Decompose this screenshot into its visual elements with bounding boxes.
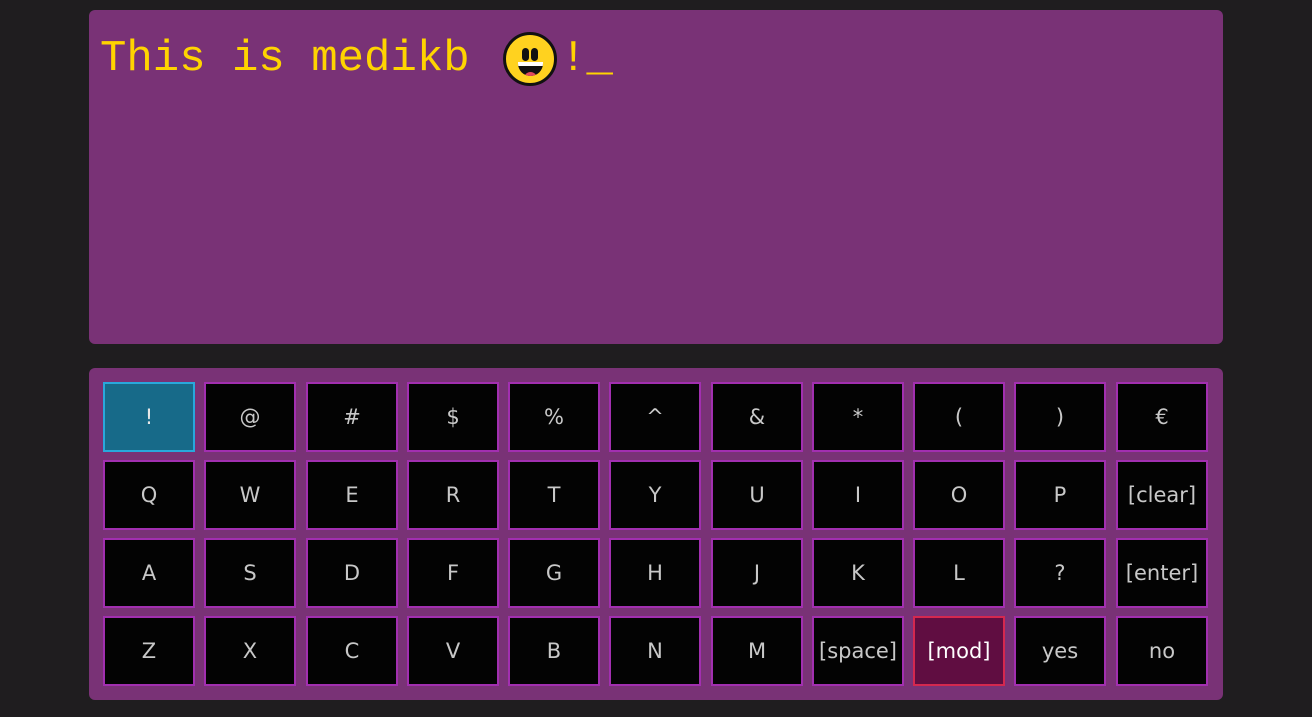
key-w[interactable]: W [204,460,296,530]
key-k[interactable]: K [812,538,904,608]
key-at[interactable]: @ [204,382,296,452]
key-m[interactable]: M [711,616,803,686]
text-output-panel: This is medikb ! _ [89,10,1223,344]
key-l[interactable]: L [913,538,1005,608]
grinning-face-with-tongue-icon [503,32,558,86]
key-x[interactable]: X [204,616,296,686]
key-right-paren[interactable]: ) [1014,382,1106,452]
key-y[interactable]: Y [609,460,701,530]
key-r[interactable]: R [407,460,499,530]
key-u[interactable]: U [711,460,803,530]
key-left-paren[interactable]: ( [913,382,1005,452]
key-space[interactable]: [space] [812,616,904,686]
key-ampersand[interactable]: & [711,382,803,452]
key-g[interactable]: G [508,538,600,608]
key-no[interactable]: no [1116,616,1208,686]
key-z[interactable]: Z [103,616,195,686]
key-caret[interactable]: ^ [609,382,701,452]
key-i[interactable]: I [812,460,904,530]
key-j[interactable]: J [711,538,803,608]
key-v[interactable]: V [407,616,499,686]
text-cursor: _ [586,34,613,84]
key-o[interactable]: O [913,460,1005,530]
key-question[interactable]: ? [1014,538,1106,608]
key-h[interactable]: H [609,538,701,608]
key-euro[interactable]: € [1116,382,1208,452]
key-enter[interactable]: [enter] [1116,538,1208,608]
key-f[interactable]: F [407,538,499,608]
output-text-line: This is medikb ! _ [100,32,613,86]
output-text-tail: ! [560,34,587,84]
key-q[interactable]: Q [103,460,195,530]
key-yes[interactable]: yes [1014,616,1106,686]
output-text: This is medikb [100,34,497,84]
key-a[interactable]: A [103,538,195,608]
key-t[interactable]: T [508,460,600,530]
key-asterisk[interactable]: * [812,382,904,452]
key-n[interactable]: N [609,616,701,686]
key-exclamation[interactable]: ! [103,382,195,452]
key-percent[interactable]: % [508,382,600,452]
key-hash[interactable]: # [306,382,398,452]
key-dollar[interactable]: $ [407,382,499,452]
key-p[interactable]: P [1014,460,1106,530]
key-mod[interactable]: [mod] [913,616,1005,686]
keyboard-panel: ! @ # $% ^ & *() € Q W E R T Y U I O P [clear] A S D F G H J K L? [e… [89,368,1223,700]
key-e[interactable]: E [306,460,398,530]
key-b[interactable]: B [508,616,600,686]
key-d[interactable]: D [306,538,398,608]
key-clear[interactable]: [clear] [1116,460,1208,530]
key-c[interactable]: C [306,616,398,686]
key-s[interactable]: S [204,538,296,608]
